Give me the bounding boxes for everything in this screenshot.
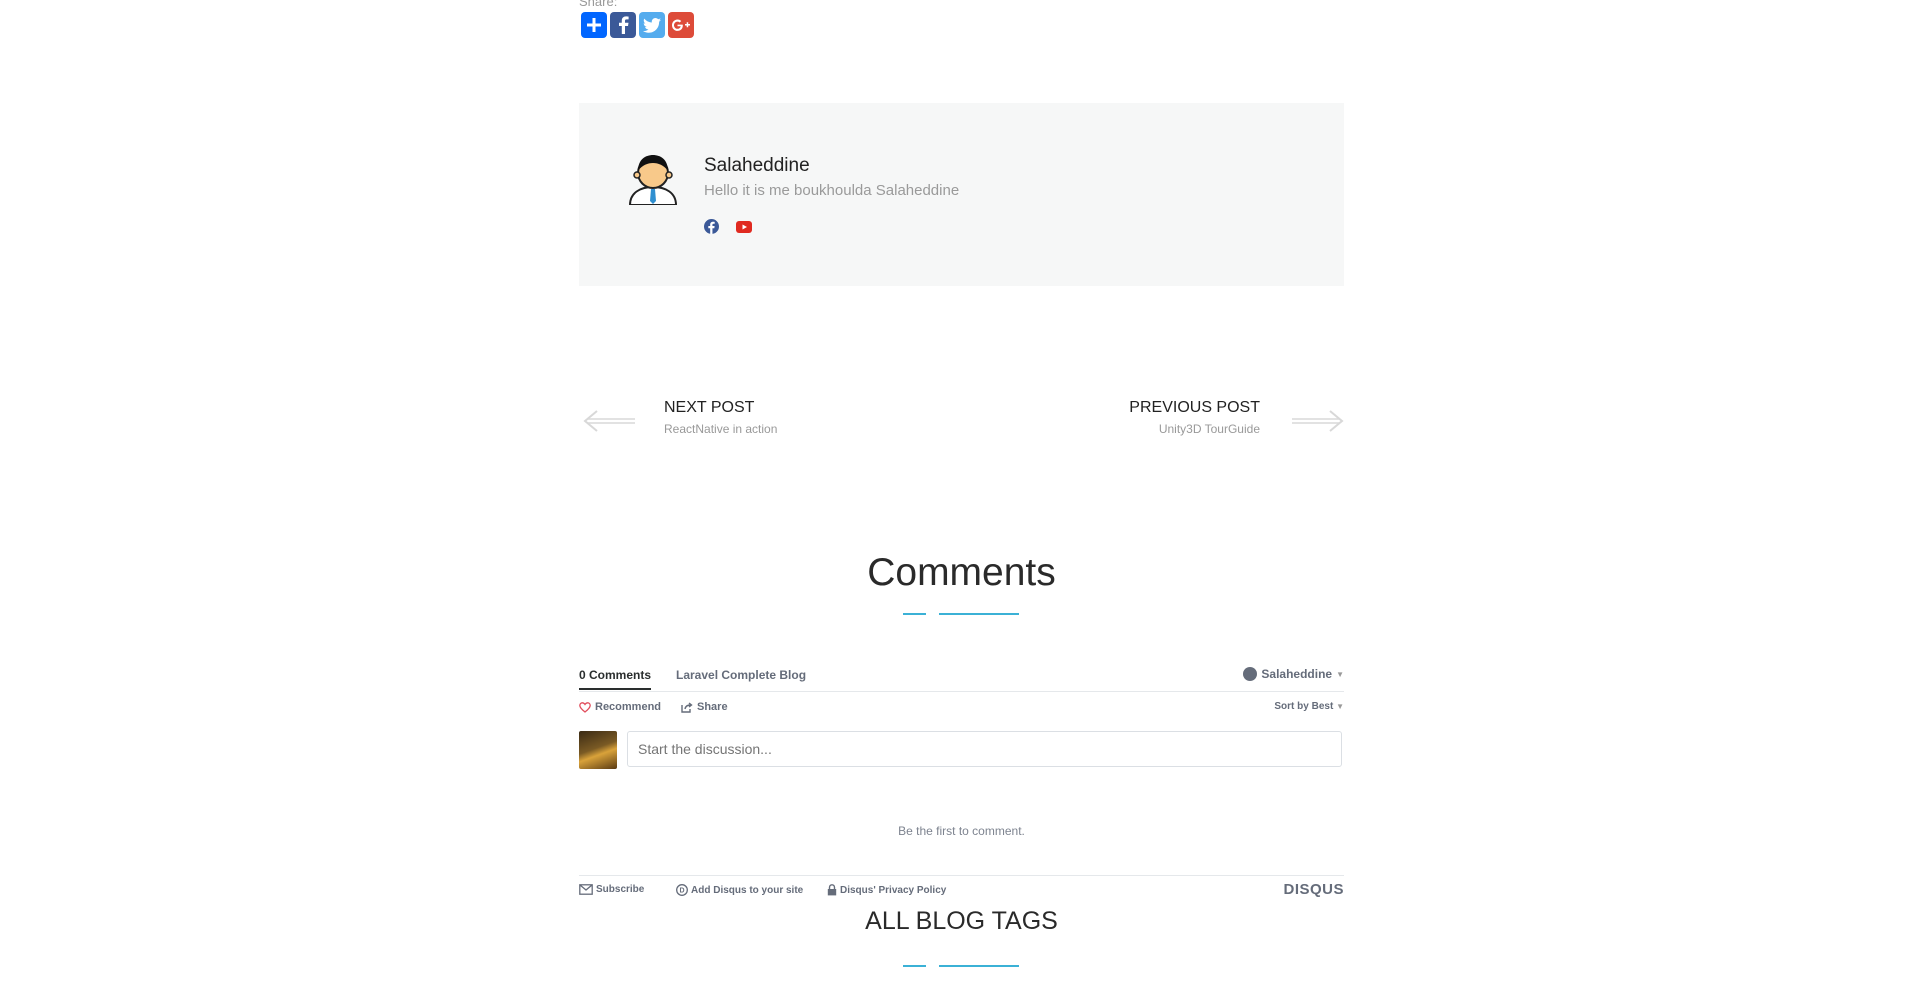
- sort-dropdown[interactable]: Sort by Best ▼: [1274, 701, 1344, 712]
- add-disqus-label: Add Disqus to your site: [691, 884, 804, 896]
- disqus-logo[interactable]: DISQUS: [1283, 881, 1344, 898]
- privacy-policy-link[interactable]: Disqus' Privacy Policy: [827, 884, 946, 896]
- google-plus-share-button[interactable]: [668, 12, 694, 38]
- author-card: Salaheddine Hello it is me boukhoulda Sa…: [579, 103, 1344, 286]
- recommend-button[interactable]: Recommend: [579, 701, 661, 713]
- tab-comment-count[interactable]: 0 Comments: [579, 668, 652, 690]
- disqus-d-icon: D: [676, 884, 688, 896]
- disqus-tabs: 0 Comments Laravel Complete Blog Salahed…: [579, 667, 1344, 692]
- disqus-footer: Subscribe D Add Disqus to your site Disq…: [579, 875, 1344, 898]
- sort-label: Sort by Best: [1274, 701, 1334, 712]
- next-post-link[interactable]: NEXT POST: [664, 399, 754, 417]
- twitter-share-button[interactable]: [639, 12, 665, 38]
- addthis-share-button[interactable]: [581, 12, 607, 38]
- post-navigation: NEXT POST ReactNative in action PREVIOUS…: [579, 395, 1344, 455]
- share-thread-button[interactable]: Share: [681, 701, 728, 713]
- comment-input[interactable]: [627, 731, 1342, 767]
- svg-text:D: D: [679, 888, 684, 895]
- comment-composer: [579, 731, 1344, 769]
- twitter-icon: [643, 17, 661, 33]
- share-label: Share: [697, 701, 728, 713]
- facebook-icon[interactable]: [704, 219, 719, 234]
- heart-icon: [579, 701, 591, 713]
- author-bio: Hello it is me boukhoulda Salaheddine: [704, 182, 960, 199]
- envelope-icon: [579, 884, 593, 895]
- disqus-user-name: Salaheddine: [1261, 667, 1333, 681]
- chevron-down-icon: ▼: [1336, 702, 1344, 711]
- facebook-share-button[interactable]: [610, 12, 636, 38]
- previous-post-title[interactable]: Unity3D TourGuide: [1159, 422, 1260, 436]
- user-avatar-icon: [1243, 667, 1258, 681]
- avatar: [579, 731, 617, 769]
- add-disqus-link[interactable]: D Add Disqus to your site: [676, 884, 803, 896]
- arrow-right-icon[interactable]: [1290, 409, 1344, 433]
- arrow-left-icon[interactable]: [583, 409, 637, 433]
- next-post-title[interactable]: ReactNative in action: [664, 422, 777, 436]
- google-plus-icon: [672, 19, 690, 31]
- privacy-label: Disqus' Privacy Policy: [840, 884, 947, 896]
- comments-heading: Comments: [867, 551, 1056, 594]
- blog-tags-heading: ALL BLOG TAGS: [865, 907, 1058, 935]
- share-label: Share:: [579, 0, 618, 9]
- facebook-icon: [619, 16, 629, 34]
- youtube-icon[interactable]: [736, 220, 752, 233]
- chevron-down-icon: ▼: [1336, 669, 1344, 679]
- share-buttons: [581, 12, 694, 38]
- author-name: Salaheddine: [704, 155, 810, 176]
- empty-comments-message: Be the first to comment.: [898, 824, 1025, 838]
- share-icon: [681, 701, 693, 713]
- author-avatar: [628, 155, 678, 205]
- author-social-links: [704, 219, 752, 234]
- previous-post-link[interactable]: PREVIOUS POST: [1129, 399, 1260, 417]
- lock-icon: [827, 884, 837, 896]
- plus-icon: [587, 18, 601, 32]
- tab-community[interactable]: Laravel Complete Blog: [676, 668, 806, 682]
- disqus-user-menu[interactable]: Salaheddine ▼: [1243, 667, 1344, 681]
- recommend-label: Recommend: [595, 701, 662, 713]
- subscribe-link[interactable]: Subscribe: [579, 884, 644, 895]
- subscribe-label: Subscribe: [596, 884, 645, 895]
